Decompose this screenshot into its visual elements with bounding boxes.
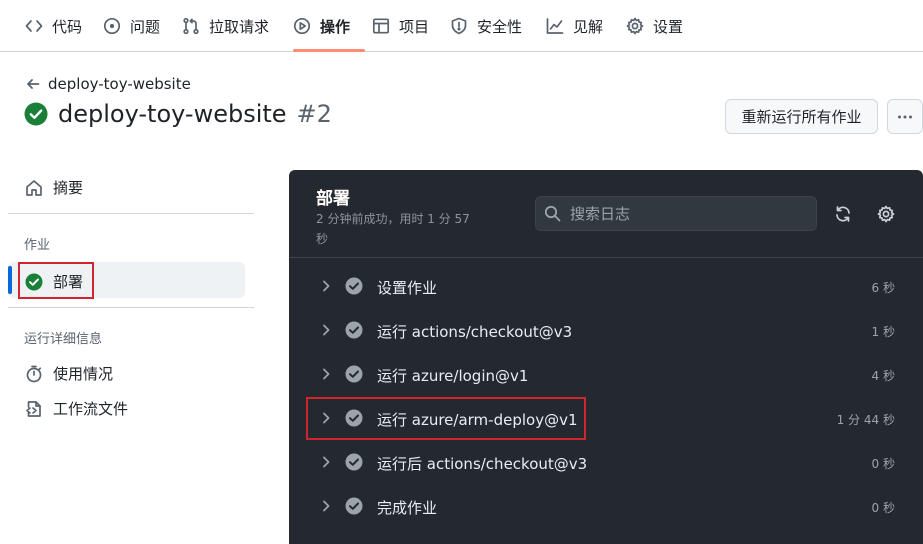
stopwatch-icon	[26, 365, 42, 382]
home-icon	[26, 179, 42, 196]
tab-issues[interactable]: 问题	[103, 0, 160, 52]
tab-label: 操作	[320, 17, 351, 36]
back-link-label: deploy-toy-website	[48, 75, 191, 93]
shield-icon	[451, 17, 467, 35]
sidebar-item-workflow-file[interactable]: 工作流文件	[25, 398, 128, 419]
step-label: 设置作业	[377, 279, 438, 297]
repo-nav: 代码 问题 拉取请求 操作 项目 安全性 见解 设置	[0, 0, 923, 52]
check-circle-fill-icon	[345, 365, 363, 383]
run-number: #2	[296, 100, 332, 128]
tab-insights[interactable]: 见解	[546, 0, 603, 52]
run-details-section-label: 运行详细信息	[24, 332, 103, 347]
check-circle-fill-icon	[345, 321, 363, 339]
run-title-row: deploy-toy-website #2	[24, 100, 332, 128]
sidebar-item-label: 工作流文件	[53, 400, 129, 418]
jobs-section-label: 作业	[24, 238, 51, 253]
git-pull-request-icon	[183, 17, 199, 35]
file-code-icon	[26, 400, 41, 417]
table-icon	[372, 18, 390, 34]
check-circle-fill-icon	[24, 102, 48, 126]
panel-divider	[289, 257, 923, 258]
step-duration: 1 分 44 秒	[836, 413, 895, 427]
chevron-right-icon	[323, 456, 330, 468]
tab-security[interactable]: 安全性	[450, 0, 522, 52]
tab-label: 见解	[573, 17, 604, 36]
sidebar-item-summary[interactable]: 摘要	[25, 177, 83, 198]
check-circle-fill-icon	[345, 497, 363, 515]
step-row-complete-job[interactable]: 完成作业 0 秒	[289, 484, 923, 528]
sidebar-selected-indicator	[8, 266, 12, 294]
step-row-post-checkout[interactable]: 运行后 actions/checkout@v3 0 秒	[289, 440, 923, 484]
sidebar-item-usage[interactable]: 使用情况	[25, 363, 113, 384]
step-label: 运行后 actions/checkout@v3	[377, 455, 588, 473]
chevron-right-icon	[323, 500, 330, 512]
tab-label: 拉取请求	[209, 17, 270, 36]
job-title: 部署	[316, 189, 350, 209]
code-icon	[25, 20, 43, 32]
graph-icon	[546, 18, 564, 34]
sidebar-item-label: 使用情况	[53, 365, 114, 383]
check-circle-fill-icon	[345, 453, 363, 471]
tab-label: 项目	[399, 17, 430, 36]
tab-label: 安全性	[477, 17, 523, 36]
step-duration: 6 秒	[871, 281, 895, 295]
job-status-text: 2 分钟前成功，用时 1 分 57 秒	[316, 212, 470, 246]
page-title: deploy-toy-website	[58, 100, 287, 128]
step-duration: 4 秒	[871, 369, 895, 383]
search-logs-input[interactable]	[535, 196, 817, 231]
step-row-checkout[interactable]: 运行 actions/checkout@v3 1 秒	[289, 308, 923, 352]
tab-label: 代码	[52, 17, 83, 36]
tab-label: 设置	[653, 17, 684, 36]
arrow-left-icon	[27, 79, 40, 89]
sidebar-divider	[8, 213, 254, 214]
job-log-panel: 部署 2 分钟前成功，用时 1 分 57 秒 设置作业 6 秒 运行 actio…	[289, 170, 923, 544]
kebab-horizontal-icon	[898, 115, 912, 118]
step-duration: 0 秒	[871, 501, 895, 515]
step-row-azure-login[interactable]: 运行 azure/login@v1 4 秒	[289, 352, 923, 396]
active-tab-underline	[293, 49, 365, 52]
tab-actions[interactable]: 操作	[293, 0, 350, 52]
play-icon	[293, 17, 311, 35]
chevron-right-icon	[323, 368, 330, 380]
tab-projects[interactable]: 项目	[372, 0, 429, 52]
tab-code[interactable]: 代码	[25, 0, 82, 52]
step-duration: 1 秒	[871, 325, 895, 339]
step-label: 完成作业	[377, 499, 438, 517]
step-duration: 0 秒	[871, 457, 895, 471]
step-row-set-up-job[interactable]: 设置作业 6 秒	[289, 264, 923, 308]
sidebar-divider	[8, 307, 254, 308]
chevron-right-icon	[323, 280, 330, 292]
gear-icon[interactable]	[877, 205, 895, 223]
tab-settings[interactable]: 设置	[626, 0, 683, 52]
issue-opened-icon	[103, 17, 121, 35]
step-label: 运行 azure/login@v1	[377, 367, 529, 385]
tab-pull-requests[interactable]: 拉取请求	[182, 0, 269, 52]
highlight-box-arm-deploy-step	[306, 397, 586, 440]
back-to-workflow-link[interactable]: deploy-toy-website	[26, 75, 191, 93]
gear-icon	[626, 17, 644, 35]
search-icon	[544, 205, 561, 222]
sidebar-item-label: 摘要	[53, 179, 84, 197]
highlight-box-job	[18, 262, 94, 299]
chevron-right-icon	[323, 324, 330, 336]
tab-label: 问题	[130, 17, 161, 36]
rerun-all-jobs-button[interactable]: 重新运行所有作业	[725, 99, 878, 134]
check-circle-fill-icon	[345, 277, 363, 295]
sync-icon[interactable]	[834, 205, 852, 223]
step-label: 运行 actions/checkout@v3	[377, 323, 573, 341]
more-options-button[interactable]	[887, 99, 923, 134]
